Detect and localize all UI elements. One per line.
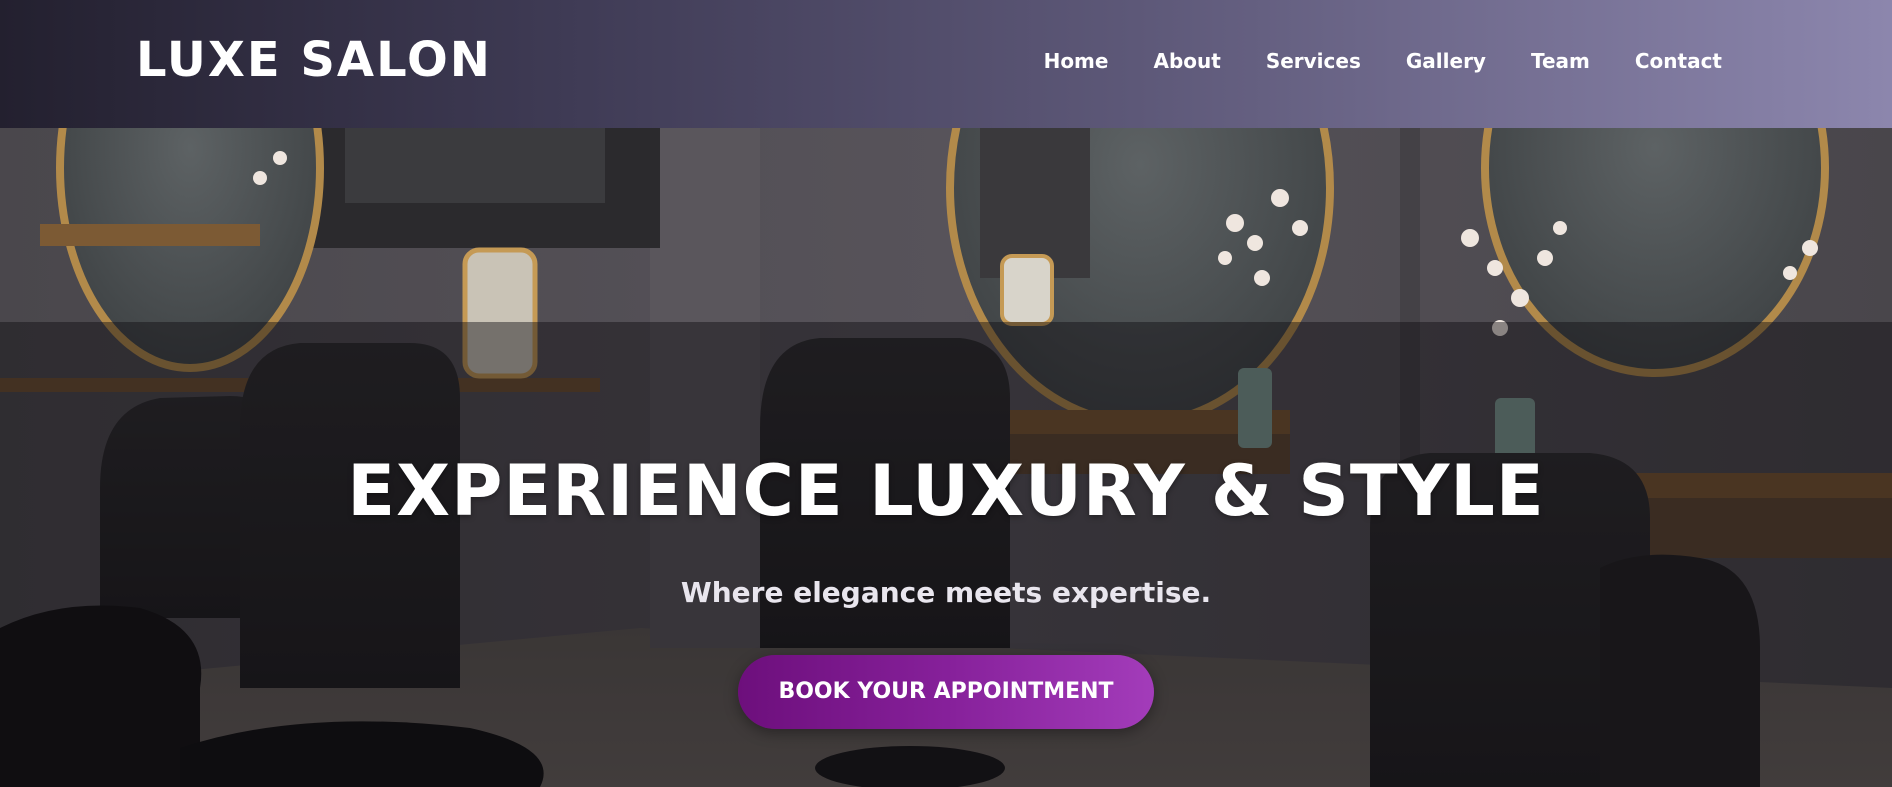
hero-title: EXPERIENCE LUXURY & STYLE xyxy=(347,450,1545,532)
site-header: LUXE SALON Home About Services Gallery T… xyxy=(0,0,1892,128)
landing-page: LUXE SALON Home About Services Gallery T… xyxy=(0,0,1892,787)
nav-link-about[interactable]: About xyxy=(1153,44,1220,78)
brand-logo[interactable]: LUXE SALON xyxy=(136,29,492,91)
book-appointment-button[interactable]: BOOK YOUR APPOINTMENT xyxy=(738,655,1154,729)
nav-link-team[interactable]: Team xyxy=(1531,44,1590,78)
nav-link-gallery[interactable]: Gallery xyxy=(1406,44,1486,78)
main-nav: Home About Services Gallery Team Contact xyxy=(999,44,1722,78)
nav-link-contact[interactable]: Contact xyxy=(1635,44,1722,78)
nav-link-services[interactable]: Services xyxy=(1266,44,1361,78)
hero-subtitle: Where elegance meets expertise. xyxy=(680,576,1212,609)
nav-link-home[interactable]: Home xyxy=(1044,44,1109,78)
